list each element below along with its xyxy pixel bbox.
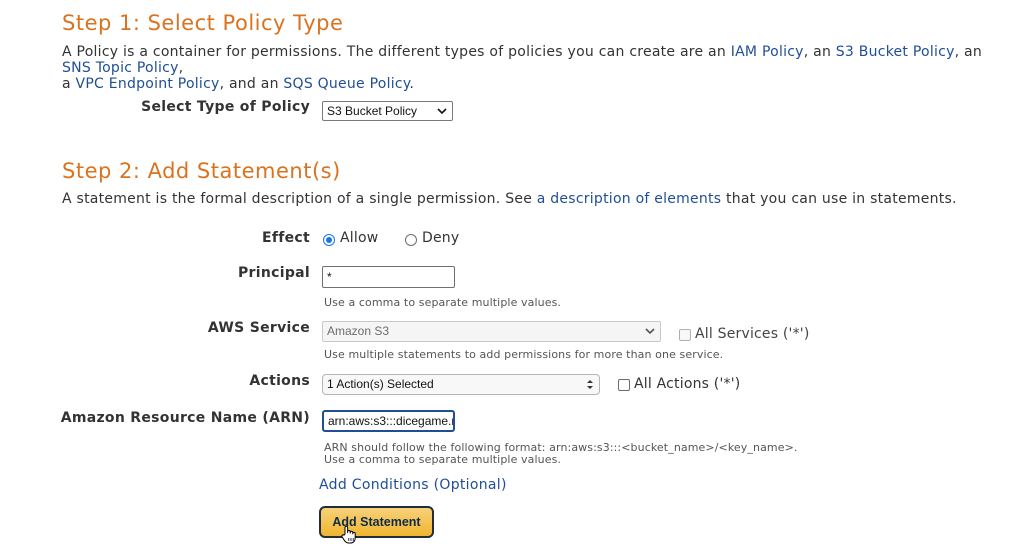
arn-label: Amazon Resource Name (ARN): [60, 410, 310, 426]
actions-select[interactable]: 1 Action(s) Selected: [322, 374, 600, 395]
step2-desc-text: A statement is the formal description of…: [62, 191, 537, 207]
actions-value: 1 Action(s) Selected: [327, 377, 434, 391]
step1-desc-text: ,: [178, 60, 184, 76]
vpc-endpoint-policy-link[interactable]: VPC Endpoint Policy: [76, 76, 220, 92]
effect-allow-label[interactable]: Allow: [340, 230, 378, 246]
step1-desc-text: a: [62, 76, 76, 92]
step1-desc-text: , and an: [219, 76, 284, 92]
step2-description: A statement is the formal description of…: [62, 191, 957, 207]
principal-input[interactable]: *: [322, 266, 455, 288]
step1-desc-text: , an: [803, 44, 836, 60]
effect-deny-label[interactable]: Deny: [422, 230, 459, 246]
chevron-down-icon: [645, 322, 655, 348]
step1-desc-text: A Policy is a container for permissions.…: [62, 44, 731, 60]
aws-service-hint: Use multiple statements to add permissio…: [324, 348, 724, 361]
step1-desc-text: .: [409, 76, 415, 92]
all-services-label[interactable]: All Services ('*'): [695, 326, 810, 342]
effect-deny-radio[interactable]: [405, 234, 417, 246]
all-actions-label[interactable]: All Actions ('*'): [634, 376, 740, 392]
step1-description: A Policy is a container for permissions.…: [62, 44, 1013, 92]
policy-type-label: Select Type of Policy: [141, 99, 310, 115]
step1-title: Step 1: Select Policy Type: [62, 11, 344, 35]
arn-hint-comma: Use a comma to separate multiple values.: [324, 453, 562, 466]
policy-type-value: S3 Bucket Policy: [327, 104, 418, 118]
iam-policy-link[interactable]: IAM Policy: [731, 44, 804, 60]
effect-allow-radio[interactable]: [323, 234, 335, 246]
add-conditions-link[interactable]: Add Conditions (Optional): [319, 477, 507, 493]
aws-service-select[interactable]: Amazon S3: [322, 321, 661, 342]
all-services-checkbox[interactable]: [679, 329, 691, 341]
add-statement-button[interactable]: Add Statement: [319, 506, 434, 538]
s3-bucket-policy-link[interactable]: S3 Bucket Policy: [836, 44, 955, 60]
policy-type-select[interactable]: S3 Bucket Policy: [322, 101, 453, 121]
sqs-queue-policy-link[interactable]: SQS Queue Policy: [283, 76, 409, 92]
arn-input[interactable]: arn:aws:s3:::dicegame.r: [322, 410, 455, 432]
step2-title: Step 2: Add Statement(s): [62, 159, 341, 183]
actions-label: Actions: [249, 373, 310, 389]
description-of-elements-link[interactable]: a description of elements: [537, 191, 722, 207]
hand-pointer-icon: [340, 525, 358, 545]
aws-service-label: AWS Service: [207, 320, 310, 336]
effect-label: Effect: [261, 230, 310, 246]
chevron-down-icon: [437, 102, 447, 127]
step1-desc-text: , an: [954, 44, 982, 60]
sns-topic-policy-link[interactable]: SNS Topic Policy: [62, 60, 179, 76]
principal-label: Principal: [238, 265, 310, 281]
aws-service-value: Amazon S3: [327, 324, 390, 338]
all-actions-checkbox[interactable]: [618, 379, 630, 391]
principal-hint: Use a comma to separate multiple values.: [324, 296, 562, 309]
step2-desc-text: that you can use in statements.: [721, 191, 957, 207]
updown-arrows-icon: [586, 375, 594, 401]
